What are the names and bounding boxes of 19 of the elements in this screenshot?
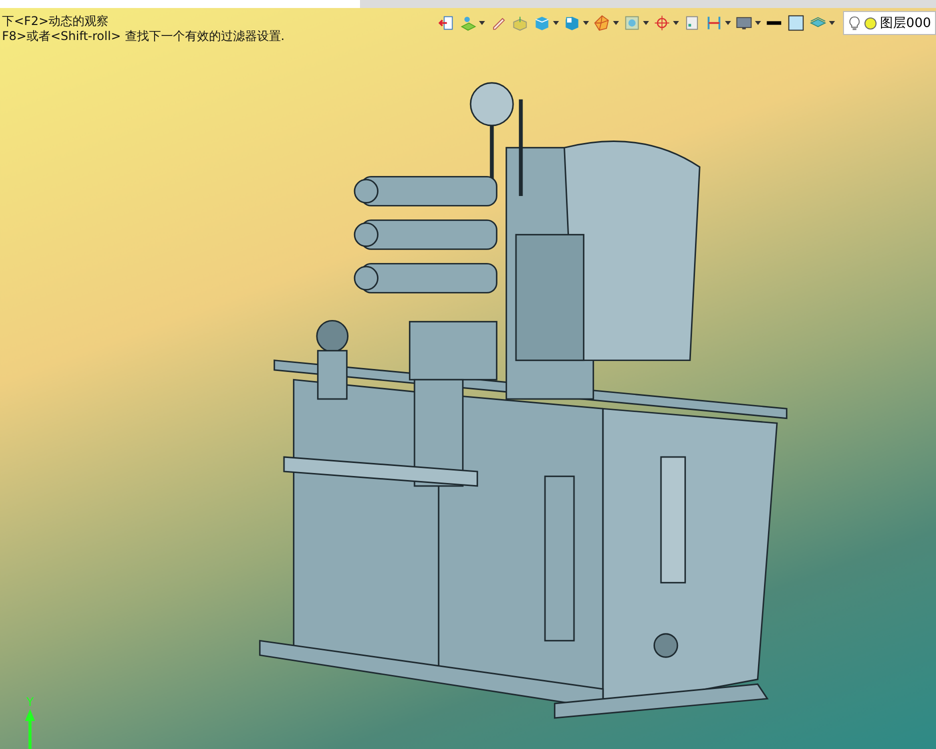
exit-icon[interactable] xyxy=(437,14,456,32)
lightbulb-icon xyxy=(848,16,862,30)
caret-icon[interactable] xyxy=(725,21,732,25)
layer-field[interactable]: 图层000 xyxy=(843,11,936,35)
hint-text: 下<F2>动态的观察 xyxy=(2,14,110,29)
caret-icon[interactable] xyxy=(583,21,590,25)
fill-icon[interactable] xyxy=(787,14,806,32)
caret-icon[interactable] xyxy=(673,21,680,25)
y-axis-arrow-icon xyxy=(24,709,36,749)
caret-icon[interactable] xyxy=(755,21,762,25)
caret-icon[interactable] xyxy=(643,21,650,25)
caret-icon[interactable] xyxy=(829,21,836,25)
hint-text: F8>或者<Shift-roll> 查找下一个有效的过滤器设置. xyxy=(2,29,285,44)
caret-icon[interactable] xyxy=(479,21,486,25)
monitor-icon[interactable] xyxy=(735,14,754,32)
circle-icon xyxy=(864,16,878,30)
caret-icon[interactable] xyxy=(613,21,620,25)
axis-label: Y xyxy=(26,696,34,709)
caret-icon[interactable] xyxy=(553,21,560,25)
